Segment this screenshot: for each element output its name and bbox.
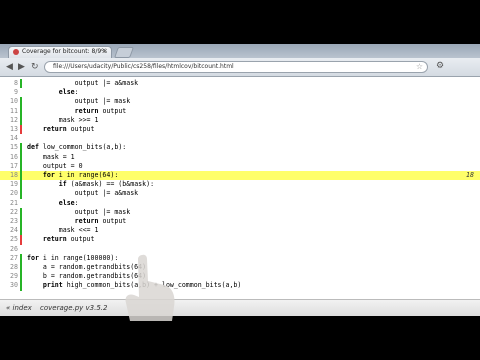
line-number: 20 (10, 189, 18, 198)
line-number: 29 (10, 272, 18, 281)
browser-toolbar: ◀ ▶ ↻ file:///Users/udacity/Public/cs258… (0, 58, 480, 77)
line-number: 27 (10, 253, 18, 262)
coverage-version: coverage.py v3.5.2 (40, 304, 108, 312)
code-line-9: 9 else: (0, 88, 480, 97)
source-text: mask <<= 1 (27, 226, 99, 235)
source-text: for i in range(100000): (27, 253, 119, 262)
line-number: 26 (10, 244, 18, 253)
code-line-10: 10 output |= mask (0, 97, 480, 107)
source-text: mask >>= 1 (27, 115, 99, 124)
source-text: output |= a&mask (27, 189, 139, 198)
code-line-19: 19 if (a&mask) == (b&mask): (0, 180, 480, 190)
page-footer: « index coverage.py v3.5.2 (0, 299, 480, 316)
line-number: 30 (10, 281, 18, 290)
source-text: else: (27, 88, 79, 97)
line-number: 23 (10, 217, 18, 225)
line-number: 28 (10, 263, 18, 271)
source-text: output |= mask (27, 97, 131, 106)
source-text: def low_common_bits(a,b): (27, 143, 127, 152)
code-line-11: 11 return output (0, 106, 480, 116)
line-number: 16 (10, 152, 18, 161)
code-line-12: 12 mask >>= 1 (0, 115, 480, 125)
line-number: 24 (10, 226, 18, 235)
reload-icon[interactable]: ↻ (31, 61, 39, 73)
code-line-20: 20 output |= a&mask (0, 189, 480, 199)
code-line-28: 28 a = random.getrandbits(64) (0, 263, 480, 273)
code-line-21: 21 else: (0, 199, 480, 208)
coverage-source-view: 8 output |= a&mask 9 else: 10 output |= ma… (0, 77, 480, 316)
line-number: 10 (10, 97, 18, 106)
line-number: 21 (10, 198, 18, 207)
line-number: 22 (10, 207, 18, 216)
line-number: 9 (14, 88, 18, 97)
code-line-26: 26 (0, 245, 480, 254)
source-text: output = 0 (27, 161, 83, 170)
favicon-icon (13, 49, 19, 55)
line-number: 19 (10, 180, 18, 189)
new-tab-button[interactable] (113, 47, 135, 58)
forward-arrow-icon[interactable]: ▶ (18, 61, 25, 73)
code-line-15: 15 def low_common_bits(a,b): (0, 143, 480, 153)
line-number: 12 (10, 115, 18, 124)
source-text: return output (27, 235, 95, 244)
code-line-30: 30 print high_common_bits(a,b) + low_com… (0, 281, 480, 291)
source-text: return output (27, 217, 127, 225)
pointing-hand-icon (125, 254, 175, 321)
source-text: return output (27, 106, 127, 115)
wrench-icon[interactable]: ⚙ (436, 61, 444, 71)
line-number: 13 (10, 125, 18, 133)
close-icon[interactable]: × (102, 47, 108, 55)
source-text: output |= mask (27, 207, 131, 216)
code-line-18: 18 for i in range(64): 18 (0, 171, 480, 181)
source-text: return output (27, 125, 95, 133)
source-text: else: (27, 198, 79, 207)
tab-title: Coverage for bitcount: 8/9% (22, 48, 107, 55)
back-arrow-icon[interactable]: ◀ (6, 61, 13, 73)
code-line-24: 24 mask <<= 1 (0, 226, 480, 236)
code-line-27: 27 for i in range(100000): (0, 253, 480, 263)
code-line-25: 25 return output (0, 235, 480, 245)
code-line-17: 17 output = 0 (0, 161, 480, 171)
code-line-16: 16 mask = 1 (0, 152, 480, 162)
code-line-8: 8 output |= a&mask (0, 79, 480, 89)
line-number: 15 (10, 143, 18, 152)
source-text: if (a&mask) == (b&mask): (27, 180, 155, 189)
line-number: 11 (10, 106, 18, 115)
code-line-29: 29 b = random.getrandbits(64) (0, 272, 480, 282)
code-line-14: 14 (0, 134, 480, 143)
browser-window: Coverage for bitcount: 8/9% × ◀ ▶ ↻ file… (0, 44, 480, 316)
source-text: mask = 1 (27, 152, 75, 161)
index-link[interactable]: « index (6, 304, 32, 312)
source-text: output |= a&mask (27, 79, 139, 87)
line-number: 25 (10, 235, 18, 244)
line-number: 14 (10, 134, 18, 143)
star-icon[interactable]: ☆ (416, 62, 423, 71)
url-text[interactable]: file:///Users/udacity/Public/cs258/files… (53, 63, 234, 70)
code-line-23: 23 return output (0, 217, 480, 227)
source-text: for i in range(64): (27, 171, 119, 179)
code-line-22: 22 output |= mask (0, 207, 480, 217)
url-bar[interactable]: file:///Users/udacity/Public/cs258/files… (44, 61, 428, 73)
code-line-13: 13 return output (0, 125, 480, 135)
line-number: 8 (14, 79, 18, 87)
tab-coverage[interactable]: Coverage for bitcount: 8/9% × (8, 46, 112, 58)
branch-annotation: 18 (466, 171, 474, 179)
line-number: 18 (10, 171, 18, 179)
line-number: 17 (10, 161, 18, 170)
tab-bar: Coverage for bitcount: 8/9% × (0, 44, 480, 58)
